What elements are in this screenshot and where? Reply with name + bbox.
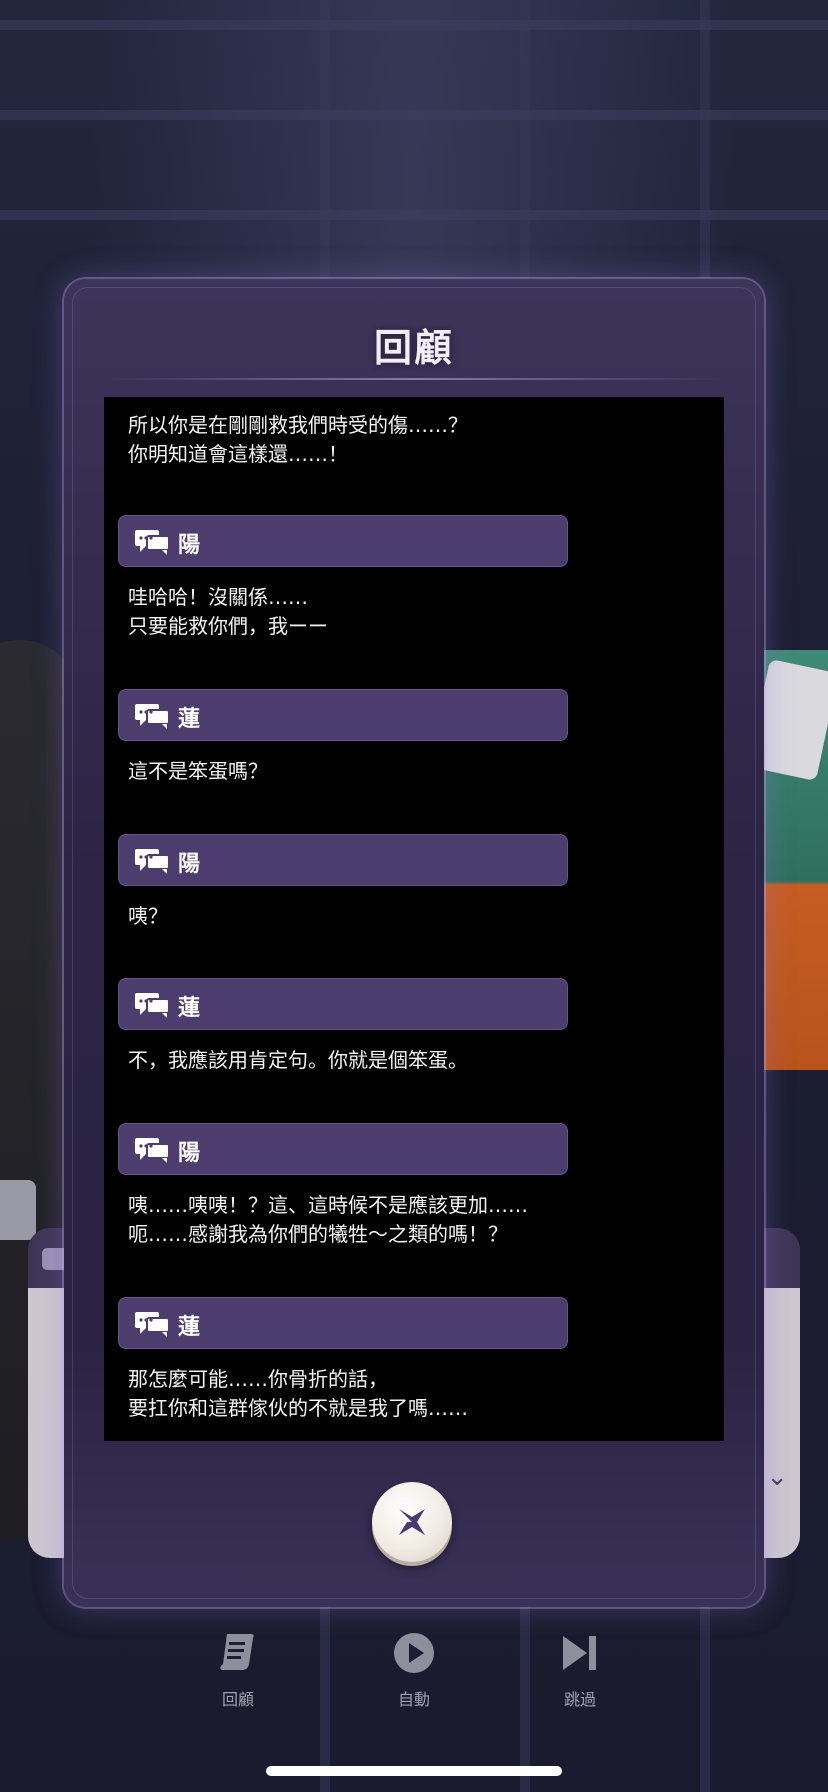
speaker-name: 蓮 [178, 707, 201, 732]
log-entry-text: 咦……咦咦！？這、這時候不是應該更加…… 呃……感謝我為你們的犧牲～之類的嗎！？ [128, 1193, 528, 1246]
speaker-name: 陽 [178, 533, 201, 558]
speaker-bar: 陽 [118, 515, 568, 567]
speech-bubble-icon [135, 849, 170, 874]
bottom-toolbar: 回顧 自動 跳過 [0, 1620, 828, 1720]
log-entry-text: 咦？ [128, 904, 168, 928]
backlog-list[interactable]: 所以你是在剛剛救我們時受的傷……？ 你明知道會這樣還……！ 陽 哇哈哈！沒關係…… [104, 397, 724, 1441]
speaker-bar: 陽 [118, 1123, 568, 1175]
home-indicator[interactable] [266, 1766, 562, 1776]
skip-label: 跳過 [563, 1690, 596, 1709]
speaker-name: 蓮 [178, 996, 201, 1021]
speaker-name: 陽 [178, 1141, 201, 1166]
skip-button[interactable]: 跳過 [535, 1620, 625, 1720]
log-entry-text: 不，我應該用肯定句。你就是個笨蛋。 [128, 1048, 468, 1072]
speaker-bar: 蓮 [118, 978, 568, 1030]
speaker-bar: 陽 [118, 834, 568, 886]
close-button[interactable] [372, 1482, 456, 1566]
speech-bubble-icon [135, 1312, 170, 1337]
skip-icon [563, 1636, 596, 1670]
speech-bubble-icon [135, 993, 170, 1018]
speaker-name: 陽 [178, 852, 201, 877]
speaker-bar: 蓮 [118, 1297, 568, 1349]
speech-bubble-icon [135, 1138, 170, 1163]
auto-label: 自動 [397, 1690, 430, 1709]
speaker-bar: 蓮 [118, 689, 568, 741]
dialog-title: 回顧 [373, 326, 454, 370]
close-button-face[interactable] [372, 1482, 452, 1562]
auto-button[interactable]: 自動 [369, 1620, 459, 1720]
log-entry-text: 哇哈哈！沒關係…… 只要能救你們，我ーー [128, 585, 328, 638]
log-entry-text: 那怎麼可能……你骨折的話， 要扛你和這群傢伙的不就是我了嗎…… [128, 1367, 468, 1420]
log-entry-text: 這不是笨蛋嗎？ [128, 759, 268, 783]
backlog-dialog: 回顧 所以你是在剛剛救我們時受的傷……？ 你明知道會這樣還……！ 陽 哇哈哈！沒… [64, 279, 764, 1607]
scroll-log-icon [220, 1634, 254, 1670]
play-icon [394, 1633, 434, 1673]
backlog-label: 回顧 [221, 1690, 254, 1709]
close-icon [399, 1509, 425, 1535]
background-chevron-icon: ⌄ [766, 1462, 788, 1492]
title-divider [108, 378, 720, 380]
speech-bubble-icon [135, 704, 170, 729]
backlog-button[interactable]: 回顧 [193, 1620, 283, 1720]
log-entry-text: 所以你是在剛剛救我們時受的傷……？ 你明知道會這樣還……！ [128, 413, 468, 466]
left-character-sleeve [0, 1180, 36, 1240]
speaker-name: 蓮 [178, 1315, 201, 1340]
speech-bubble-icon [135, 530, 170, 555]
